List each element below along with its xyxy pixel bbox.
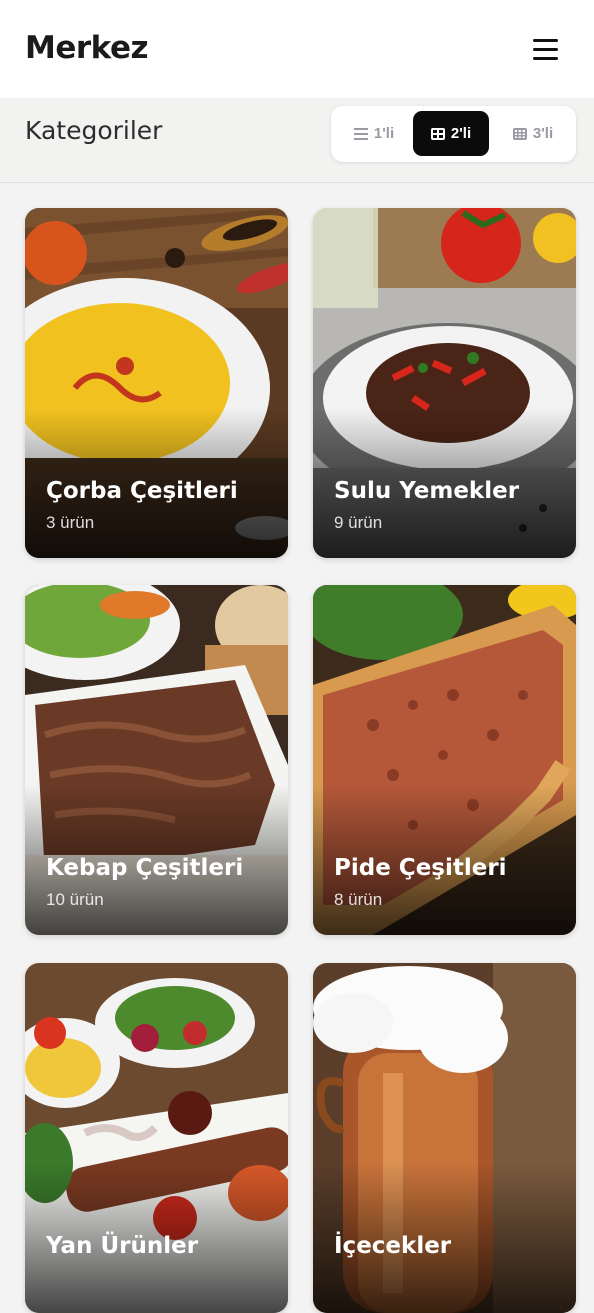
category-count: 10 ürün — [46, 890, 104, 909]
view-option-1[interactable]: 1'li — [339, 111, 409, 156]
list-icon — [353, 127, 368, 140]
grid-2-icon — [430, 127, 445, 140]
view-option-label: 2'li — [450, 125, 472, 142]
view-option-3[interactable]: 3'li — [495, 111, 571, 156]
category-card[interactable]: Pide Çeşitleri 8 ürün — [313, 585, 576, 935]
category-count: 9 ürün — [334, 513, 383, 532]
category-count: 3 ürün — [46, 513, 95, 532]
category-name: Pide Çeşitleri — [334, 855, 507, 881]
grid-3-icon — [512, 127, 527, 140]
category-card[interactable]: Kebap Çeşitleri 10 ürün — [25, 585, 288, 935]
view-switcher: 1'li 2'li 3'li — [331, 106, 576, 162]
app-title: Merkez — [25, 30, 149, 66]
view-option-2[interactable]: 2'li — [413, 111, 489, 156]
category-card[interactable]: Sulu Yemekler 9 ürün — [313, 208, 576, 558]
app-header: Merkez — [0, 0, 594, 98]
category-name: İçecekler — [334, 1233, 452, 1259]
category-card[interactable]: Yan Ürünler — [25, 963, 288, 1313]
category-toolbar: Kategoriler 1'li 2'li 3'li — [0, 98, 594, 183]
section-title: Kategoriler — [25, 116, 163, 145]
category-name: Yan Ürünler — [46, 1233, 199, 1259]
category-name: Kebap Çeşitleri — [46, 855, 244, 881]
view-option-label: 3'li — [532, 125, 554, 142]
hamburger-icon[interactable] — [526, 34, 566, 66]
view-option-label: 1'li — [373, 125, 395, 142]
category-card[interactable]: Çorba Çeşitleri 3 ürün — [25, 208, 288, 558]
category-count: 8 ürün — [334, 890, 383, 909]
category-name: Sulu Yemekler — [334, 478, 520, 504]
category-card[interactable]: İçecekler — [313, 963, 576, 1313]
category-name: Çorba Çeşitleri — [46, 478, 238, 504]
